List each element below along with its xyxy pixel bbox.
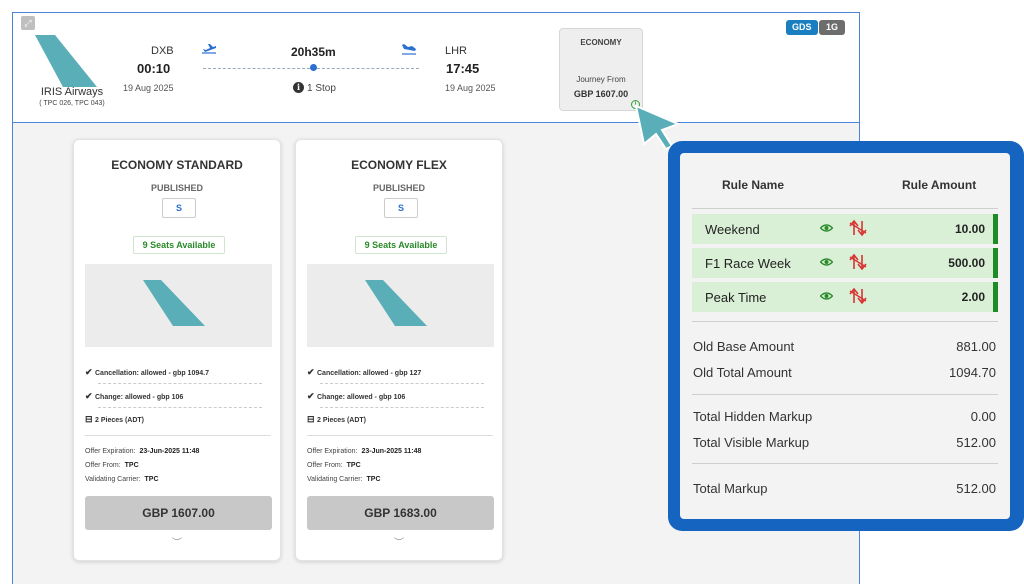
stop-marker: [310, 64, 317, 71]
swap-arrows-icon[interactable]: [848, 219, 868, 237]
departure-date: 19 Aug 2025: [123, 83, 174, 93]
rule-name: Weekend: [705, 222, 760, 237]
divider: [307, 435, 493, 436]
divider: [692, 463, 998, 464]
fare-type: PUBLISHED: [150, 183, 203, 193]
swap-arrows-icon[interactable]: [848, 287, 868, 305]
info-icon[interactable]: i: [293, 82, 304, 93]
seats-available-badge: 9 Seats Available: [355, 236, 447, 254]
hidden-markup-value: 0.00: [970, 409, 996, 424]
fare-summary-box[interactable]: ECONOMY Journey From GBP 1607.00 i: [559, 28, 643, 111]
offer-from: Offer From: TPC: [85, 462, 139, 469]
airline-codes: ( TPC 026, TPC 043): [39, 100, 105, 107]
select-fare-button[interactable]: GBP 1607.00: [85, 496, 272, 530]
eye-icon[interactable]: [820, 257, 833, 267]
gds-badge: GDS: [786, 20, 818, 35]
visible-markup-value: 512.00: [956, 435, 996, 450]
offer-expiration: Offer Expiration: 23-Jun-2025 11:48: [307, 448, 422, 455]
total-markup-value: 512.00: [956, 481, 996, 496]
check-icon: ✔: [307, 367, 315, 377]
flight-header: ⤢ GDS 1G IRIS Airways ( TPC 026, TPC 043…: [13, 13, 859, 123]
eye-icon[interactable]: [820, 223, 833, 233]
divider: [692, 208, 998, 209]
hidden-markup-label: Total Hidden Markup: [693, 409, 813, 424]
offer-expiration: Offer Expiration: 23-Jun-2025 11:48: [85, 448, 200, 455]
check-icon: ✔: [85, 391, 93, 401]
validating-carrier: Validating Carrier: TPC: [307, 476, 381, 483]
departure-time: 00:10: [137, 61, 171, 76]
flight-duration: 20h35m: [291, 45, 336, 59]
card-title: ECONOMY STANDARD: [111, 158, 243, 172]
divider: [320, 407, 484, 408]
cancellation-feature: ✔ Cancellation: allowed - gbp 127: [307, 367, 422, 377]
chevron-down-icon[interactable]: ︶: [296, 534, 502, 549]
fare-card-economy-flex[interactable]: ECONOMY FLEX PUBLISHED S 9 Seats Availab…: [295, 139, 503, 561]
chevron-down-icon[interactable]: ︶: [74, 534, 280, 549]
total-markup-label: Total Markup: [693, 481, 768, 496]
rule-amount: 500.00: [948, 256, 985, 270]
rule-amount: 10.00: [954, 222, 985, 236]
luggage-icon: ⊟: [307, 414, 315, 424]
luggage-icon: ⊟: [85, 414, 93, 424]
offer-from: Offer From: TPC: [307, 462, 361, 469]
markup-breakdown-panel: Rule Name Rule Amount Weekend 10.00 F1 R…: [668, 141, 1024, 531]
stops-label: 1 Stop: [307, 83, 336, 94]
airline-tail-logo: [35, 35, 97, 87]
arrival-date: 19 Aug 2025: [445, 83, 496, 93]
check-icon: ✔: [85, 367, 93, 377]
markup-rule-row: Peak Time 2.00: [692, 282, 998, 312]
booking-code: S: [162, 198, 196, 218]
divider: [98, 383, 262, 384]
booking-code: S: [384, 198, 418, 218]
provider-badge: 1G: [819, 20, 845, 35]
rule-name: F1 Race Week: [705, 256, 791, 271]
markup-rule-row: Weekend 10.00: [692, 214, 998, 244]
divider: [692, 394, 998, 395]
swap-arrows-icon[interactable]: [848, 253, 868, 271]
airline-tail-logo: [365, 280, 427, 326]
takeoff-icon: [202, 44, 216, 54]
eye-icon[interactable]: [820, 291, 833, 301]
validating-carrier: Validating Carrier: TPC: [85, 476, 159, 483]
rule-name: Peak Time: [705, 290, 767, 305]
landing-icon: [402, 44, 416, 55]
seats-available-badge: 9 Seats Available: [133, 236, 225, 254]
rule-name-header: Rule Name: [722, 178, 785, 192]
old-total-amount-label: Old Total Amount: [693, 365, 792, 380]
arrival-time: 17:45: [446, 61, 480, 76]
card-image: [307, 264, 494, 347]
old-total-amount-value: 1094.70: [949, 365, 996, 380]
divider: [98, 407, 262, 408]
check-icon: ✔: [307, 391, 315, 401]
card-title: ECONOMY FLEX: [351, 158, 447, 172]
arrival-code: LHR: [445, 45, 468, 57]
fare-cabin: ECONOMY: [580, 38, 622, 47]
fare-card-economy-standard[interactable]: ECONOMY STANDARD PUBLISHED S 9 Seats Ava…: [73, 139, 281, 561]
departure-code: DXB: [151, 45, 174, 57]
old-base-amount-label: Old Base Amount: [693, 339, 795, 354]
divider: [85, 435, 271, 436]
markup-rule-row: F1 Race Week 500.00: [692, 248, 998, 278]
airline-tail-logo: [143, 280, 205, 326]
airline-name: IRIS Airways: [40, 86, 104, 98]
expand-icon[interactable]: ⤢: [21, 16, 35, 30]
cancellation-feature: ✔ Cancellation: allowed - gbp 1094.7: [85, 367, 209, 377]
visible-markup-label: Total Visible Markup: [693, 435, 810, 450]
fare-from-price: GBP 1607.00: [573, 89, 629, 99]
old-base-amount-value: 881.00: [956, 339, 996, 354]
change-feature: ✔ Change: allowed - gbp 106: [307, 391, 406, 401]
rule-amount: 2.00: [961, 290, 985, 304]
card-image: [85, 264, 272, 347]
change-feature: ✔ Change: allowed - gbp 106: [85, 391, 184, 401]
rule-amount-header: Rule Amount: [902, 178, 977, 192]
divider: [692, 321, 998, 322]
fare-from-label: Journey From: [576, 75, 626, 84]
baggage-feature: ⊟ 2 Pieces (ADT): [307, 414, 367, 424]
baggage-feature: ⊟ 2 Pieces (ADT): [85, 414, 145, 424]
divider: [320, 383, 484, 384]
select-fare-button[interactable]: GBP 1683.00: [307, 496, 494, 530]
fare-type: PUBLISHED: [372, 183, 425, 193]
markup-breakdown-content: Rule Name Rule Amount Weekend 10.00 F1 R…: [680, 153, 1010, 519]
